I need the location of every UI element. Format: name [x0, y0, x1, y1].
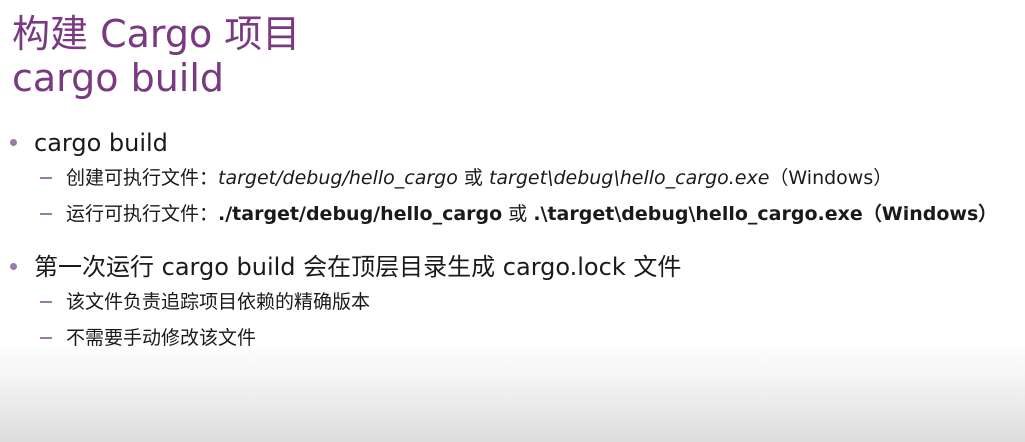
- slide-title-line-2: cargo build: [12, 56, 225, 100]
- sub-bullet-prefix: 创建可执行文件：: [66, 167, 219, 189]
- sub-bullet-item: 运行可执行文件：./target/debug/hello_cargo 或 .\t…: [0, 196, 1025, 232]
- sub-bullet-item: 创建可执行文件：target/debug/hello_cargo 或 targe…: [0, 160, 1025, 196]
- or-text: 或: [502, 203, 534, 225]
- bullet-text: 第一次运行 cargo build 会在顶层目录生成 cargo.lock 文件: [34, 253, 682, 281]
- platform-note: （Windows）: [862, 203, 998, 225]
- platform-note: （Windows）: [769, 167, 893, 189]
- slide: 构建 Cargo 项目 cargo build cargo build 创建可执…: [0, 0, 1025, 442]
- windows-path: target\debug\hello_cargo.exe: [488, 167, 770, 189]
- slide-title-line-1: 构建 Cargo 项目: [12, 12, 301, 56]
- bullet-dot-icon: [10, 139, 17, 146]
- sub-bullet-prefix: 运行可执行文件：: [66, 203, 219, 225]
- dash-icon: [40, 213, 52, 215]
- bullet-item: cargo build: [0, 126, 1025, 160]
- sub-bullet-item: 该文件负责追踪项目依赖的精确版本: [0, 284, 1025, 320]
- or-text: 或: [457, 167, 489, 189]
- windows-path: .\target\debug\hello_cargo.exe: [533, 203, 863, 225]
- slide-title: 构建 Cargo 项目 cargo build: [12, 12, 300, 100]
- unix-path: target/debug/hello_cargo: [218, 167, 458, 189]
- dash-icon: [40, 177, 52, 179]
- dash-icon: [40, 337, 52, 339]
- bullet-list: cargo build 创建可执行文件：target/debug/hello_c…: [0, 126, 1025, 356]
- bullet-dot-icon: [10, 263, 17, 270]
- dash-icon: [40, 301, 52, 303]
- bullet-item: 第一次运行 cargo build 会在顶层目录生成 cargo.lock 文件: [0, 250, 1025, 284]
- sub-bullet-text: 不需要手动修改该文件: [66, 327, 257, 349]
- sub-bullet-item: 不需要手动修改该文件: [0, 320, 1025, 356]
- unix-path: ./target/debug/hello_cargo: [218, 203, 503, 225]
- bullet-text: cargo build: [34, 129, 168, 157]
- sub-bullet-text: 该文件负责追踪项目依赖的精确版本: [66, 291, 371, 313]
